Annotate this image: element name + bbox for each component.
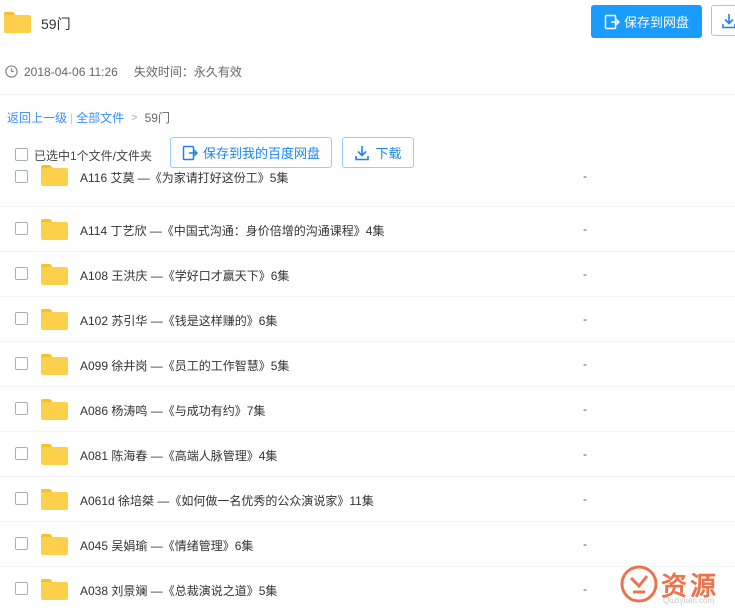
row-checkbox[interactable] xyxy=(15,537,28,550)
file-name[interactable]: A099 徐井岗 —《员工的工作智慧》5集 xyxy=(80,357,289,374)
download-label: 下载 xyxy=(375,146,402,161)
row-checkbox[interactable] xyxy=(15,267,28,280)
row-checkbox[interactable] xyxy=(15,222,28,235)
file-size: - xyxy=(583,447,587,461)
row-checkbox[interactable] xyxy=(15,357,28,370)
file-name[interactable]: A114 丁艺欣 —《中国式沟通：身价倍增的沟通课程》4集 xyxy=(80,222,384,239)
back-link[interactable]: 返回上一级 xyxy=(7,109,67,126)
file-name[interactable]: A045 吴娟瑜 —《情绪管理》6集 xyxy=(80,537,253,554)
file-row[interactable]: A102 苏引华 —《钱是这样赚的》6集 - xyxy=(0,297,735,342)
folder-icon xyxy=(41,219,68,240)
folder-icon xyxy=(41,309,68,330)
file-size: - xyxy=(583,582,587,596)
share-date: 2018-04-06 11:26 xyxy=(24,64,118,79)
folder-icon xyxy=(41,264,68,285)
file-size: - xyxy=(583,492,587,506)
watermark-emblem-icon xyxy=(620,565,658,603)
file-name[interactable]: A038 刘景斓 —《总裁演说之道》5集 xyxy=(80,582,277,599)
share-meta: 2018-04-06 11:26 失效时间：永久有效 xyxy=(5,63,242,80)
row-checkbox[interactable] xyxy=(15,582,28,595)
file-name[interactable]: A086 杨涛鸣 —《与成功有约》7集 xyxy=(80,402,265,419)
breadcrumb: 返回上一级 | 全部文件 > 59门 xyxy=(7,109,170,126)
file-name[interactable]: A061d 徐培桀 —《如何做一名优秀的公众演说家》11集 xyxy=(80,492,374,509)
file-size: - xyxy=(583,537,587,551)
folder-icon xyxy=(41,579,68,600)
file-row[interactable]: A114 丁艺欣 —《中国式沟通：身价倍增的沟通课程》4集 - xyxy=(0,207,735,252)
file-row[interactable]: A116 艾莫 —《为家请打好这份工》5集 - xyxy=(0,162,735,207)
file-name[interactable]: A116 艾莫 —《为家请打好这份工》5集 xyxy=(80,169,288,186)
folder-icon xyxy=(41,399,68,420)
folder-icon xyxy=(41,354,68,375)
folder-icon xyxy=(4,12,31,33)
file-size: - xyxy=(583,402,587,416)
breadcrumb-chevron: > xyxy=(131,111,138,124)
row-checkbox[interactable] xyxy=(15,447,28,460)
file-row[interactable]: A081 陈海春 —《高端人脉管理》4集 - xyxy=(0,432,735,477)
file-name[interactable]: A102 苏引华 —《钱是这样赚的》6集 xyxy=(80,312,277,329)
row-checkbox[interactable] xyxy=(15,492,28,505)
clock-icon xyxy=(5,65,18,78)
file-size: - xyxy=(583,169,587,183)
header-divider xyxy=(0,94,735,95)
file-row[interactable]: A099 徐井岗 —《员工的工作智慧》5集 - xyxy=(0,342,735,387)
save-to-netdisk-button[interactable]: 保存到网盘 xyxy=(591,5,702,38)
select-all-checkbox[interactable] xyxy=(15,148,28,161)
folder-icon xyxy=(41,165,68,186)
download-icon xyxy=(722,13,735,28)
breadcrumb-current: 59门 xyxy=(144,111,170,125)
all-files-link[interactable]: 全部文件 xyxy=(76,109,124,126)
row-checkbox[interactable] xyxy=(15,312,28,325)
folder-icon xyxy=(41,489,68,510)
file-row[interactable]: A086 杨涛鸣 —《与成功有约》7集 - xyxy=(0,387,735,432)
file-size: - xyxy=(583,357,587,371)
watermark-subtext: Quziyuan.com xyxy=(663,596,715,605)
download-top-button[interactable] xyxy=(711,5,735,36)
breadcrumb-separator: | xyxy=(70,110,74,125)
save-to-baidu-label: 保存到我的百度网盘 xyxy=(202,146,320,161)
watermark-logo: 资源 Quziyuan.com xyxy=(617,560,735,607)
row-checkbox[interactable] xyxy=(15,170,28,183)
save-icon xyxy=(604,14,620,29)
file-size: - xyxy=(583,222,587,236)
file-size: - xyxy=(583,267,587,281)
row-checkbox[interactable] xyxy=(15,402,28,415)
file-size: - xyxy=(583,312,587,326)
folder-icon xyxy=(41,444,68,465)
file-name[interactable]: A081 陈海春 —《高端人脉管理》4集 xyxy=(80,447,277,464)
file-row[interactable]: A108 王洪庆 —《学好口才赢天下》6集 - xyxy=(0,252,735,297)
page-title: 59门 xyxy=(41,16,71,32)
expiry-text: 失效时间：永久有效 xyxy=(133,65,242,79)
save-to-netdisk-label: 保存到网盘 xyxy=(623,15,689,30)
save-icon xyxy=(182,145,198,160)
file-row[interactable]: A061d 徐培桀 —《如何做一名优秀的公众演说家》11集 - xyxy=(0,477,735,522)
folder-icon xyxy=(41,534,68,555)
file-name[interactable]: A108 王洪庆 —《学好口才赢天下》6集 xyxy=(80,267,289,284)
download-icon xyxy=(355,145,370,160)
